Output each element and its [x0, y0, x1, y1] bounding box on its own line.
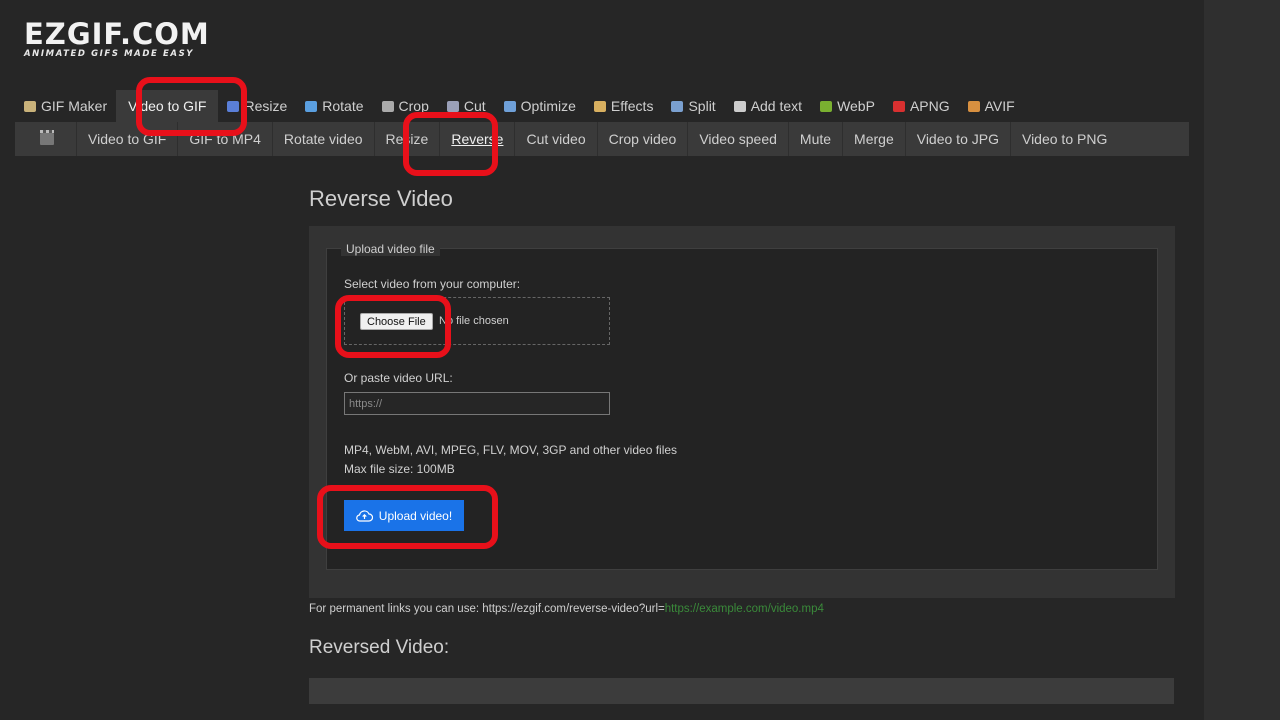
- avif-icon: [967, 100, 980, 112]
- top-nav-item-cut[interactable]: Cut: [438, 90, 495, 122]
- top-nav-label: APNG: [909, 98, 950, 114]
- crop-icon: [381, 100, 394, 112]
- sub-nav-label: Video to GIF: [88, 131, 167, 147]
- top-nav-label: Split: [688, 98, 716, 114]
- sub-nav-item-video-to-png[interactable]: Video to PNG: [1009, 122, 1118, 156]
- sub-nav-label: Video to PNG: [1021, 131, 1108, 147]
- webp-icon: [820, 100, 833, 112]
- sub-nav-item-reverse[interactable]: Reverse: [439, 122, 514, 156]
- logo-tagline: ANIMATED GIFS MADE EASY: [24, 49, 195, 59]
- sub-nav-label: Video to JPG: [916, 131, 999, 147]
- split-icon: [671, 100, 684, 112]
- sub-nav-item-crop-video[interactable]: Crop video: [596, 122, 688, 156]
- select-file-label: Select video from your computer:: [344, 277, 521, 291]
- add-text-icon: [733, 100, 746, 112]
- top-nav-item-crop[interactable]: Crop: [373, 90, 438, 122]
- supported-formats-text: MP4, WebM, AVI, MPEG, FLV, MOV, 3GP and …: [344, 443, 678, 457]
- top-nav-label: Crop: [398, 98, 429, 114]
- sub-nav-label: GIF to MP4: [189, 131, 261, 147]
- top-nav-label: Rotate: [322, 98, 364, 114]
- logo-text: EZGIF.COM: [24, 17, 210, 51]
- right-gutter: [1204, 0, 1280, 720]
- top-nav-item-resize[interactable]: Resize: [218, 90, 296, 122]
- video-url-input[interactable]: [344, 392, 610, 415]
- ezgif-logo[interactable]: EZGIF.COM ANIMATED GIFS MADE EASY: [24, 17, 210, 60]
- top-nav-item-webp[interactable]: WebP: [811, 90, 884, 122]
- top-nav-item-video-to-gif[interactable]: Video to GIF: [116, 90, 219, 122]
- upload-button-label: Upload video!: [378, 508, 453, 523]
- sub-nav-item-cut-video[interactable]: Cut video: [514, 122, 596, 156]
- apng-icon: [892, 100, 905, 112]
- effects-icon: [593, 100, 606, 112]
- upload-video-button[interactable]: Upload video!: [344, 500, 464, 531]
- sub-nav-item-rotate-video[interactable]: Rotate video: [271, 122, 374, 156]
- sub-nav-label: Crop video: [608, 131, 677, 147]
- fieldset-legend: Upload video file: [341, 242, 440, 256]
- example-url-link[interactable]: https://example.com/video.mp4: [665, 603, 824, 615]
- sub-nav-item-gif-to-mp4[interactable]: GIF to MP4: [177, 122, 272, 156]
- reversed-video-title: Reversed Video:: [309, 637, 450, 658]
- top-nav-item-optimize[interactable]: Optimize: [495, 90, 585, 122]
- top-nav-label: Cut: [463, 98, 486, 114]
- clapperboard-icon: [40, 130, 54, 145]
- top-nav-item-effects[interactable]: Effects: [585, 90, 663, 122]
- sub-nav-label: Resize: [385, 131, 429, 147]
- sub-nav-label: Cut video: [526, 131, 586, 147]
- top-nav-item-rotate[interactable]: Rotate: [296, 90, 372, 122]
- top-nav-label: WebP: [837, 98, 875, 114]
- sub-nav-label: Rotate video: [283, 131, 363, 147]
- result-area: [309, 678, 1174, 704]
- upload-panel: Upload video file Select video from your…: [309, 226, 1175, 598]
- top-nav-label: GIF Maker: [41, 98, 108, 114]
- gif-maker-icon: [24, 100, 36, 112]
- sub-nav-item-video-to-gif[interactable]: Video to GIF: [76, 122, 177, 156]
- top-nav-item-apng[interactable]: APNG: [884, 90, 959, 122]
- sub-nav-item-merge[interactable]: Merge: [842, 122, 905, 156]
- top-nav: GIF Maker Video to GIF Resize Rotate Crop Cut…: [15, 90, 1024, 122]
- top-nav-label: Add text: [750, 98, 803, 114]
- sub-nav-label: Video speed: [699, 131, 777, 147]
- top-nav-item-add-text[interactable]: Add text: [725, 90, 811, 122]
- rotate-icon: [305, 100, 318, 112]
- upload-fieldset: Upload video file Select video from your…: [326, 242, 1158, 570]
- sub-nav-item-video-speed[interactable]: Video speed: [687, 122, 788, 156]
- url-label: Or paste video URL:: [344, 371, 453, 385]
- top-nav-item-split[interactable]: Split: [662, 90, 724, 122]
- top-nav-item-gif-maker[interactable]: GIF Maker: [15, 90, 116, 122]
- top-nav-label: Resize: [244, 98, 288, 114]
- sub-nav-label: Merge: [854, 131, 894, 147]
- optimize-icon: [503, 100, 516, 112]
- choose-file-button[interactable]: Choose File: [360, 313, 433, 330]
- file-dropzone[interactable]: Choose File No file chosen: [344, 297, 610, 345]
- permanent-link-text: For permanent links you can use: https:/…: [309, 603, 665, 615]
- sub-nav-item-video-to-jpg[interactable]: Video to JPG: [904, 122, 1010, 156]
- sub-nav-label: Mute: [799, 131, 832, 147]
- page-title: Reverse Video: [309, 186, 453, 211]
- top-nav-item-avif[interactable]: AVIF: [959, 90, 1024, 122]
- cloud-upload-icon: [355, 510, 373, 522]
- top-nav-label: Optimize: [520, 98, 576, 114]
- sub-nav-video-tools[interactable]: [15, 122, 76, 156]
- top-nav-label: Effects: [610, 98, 654, 114]
- no-file-chosen-text: No file chosen: [439, 315, 509, 327]
- resize-icon: [227, 100, 240, 112]
- sub-nav-item-resize[interactable]: Resize: [373, 122, 440, 156]
- sub-nav-item-mute[interactable]: Mute: [787, 122, 842, 156]
- max-file-size-text: Max file size: 100MB: [344, 462, 455, 476]
- permanent-link-hint: For permanent links you can use: https:/…: [309, 603, 824, 615]
- sub-nav: Video to GIF GIF to MP4 Rotate video Resize…: [15, 122, 1189, 156]
- cut-icon: [446, 100, 459, 112]
- sub-nav-label: Reverse: [451, 131, 504, 147]
- top-nav-label: AVIF: [984, 98, 1015, 114]
- top-nav-label: Video to GIF: [128, 98, 207, 114]
